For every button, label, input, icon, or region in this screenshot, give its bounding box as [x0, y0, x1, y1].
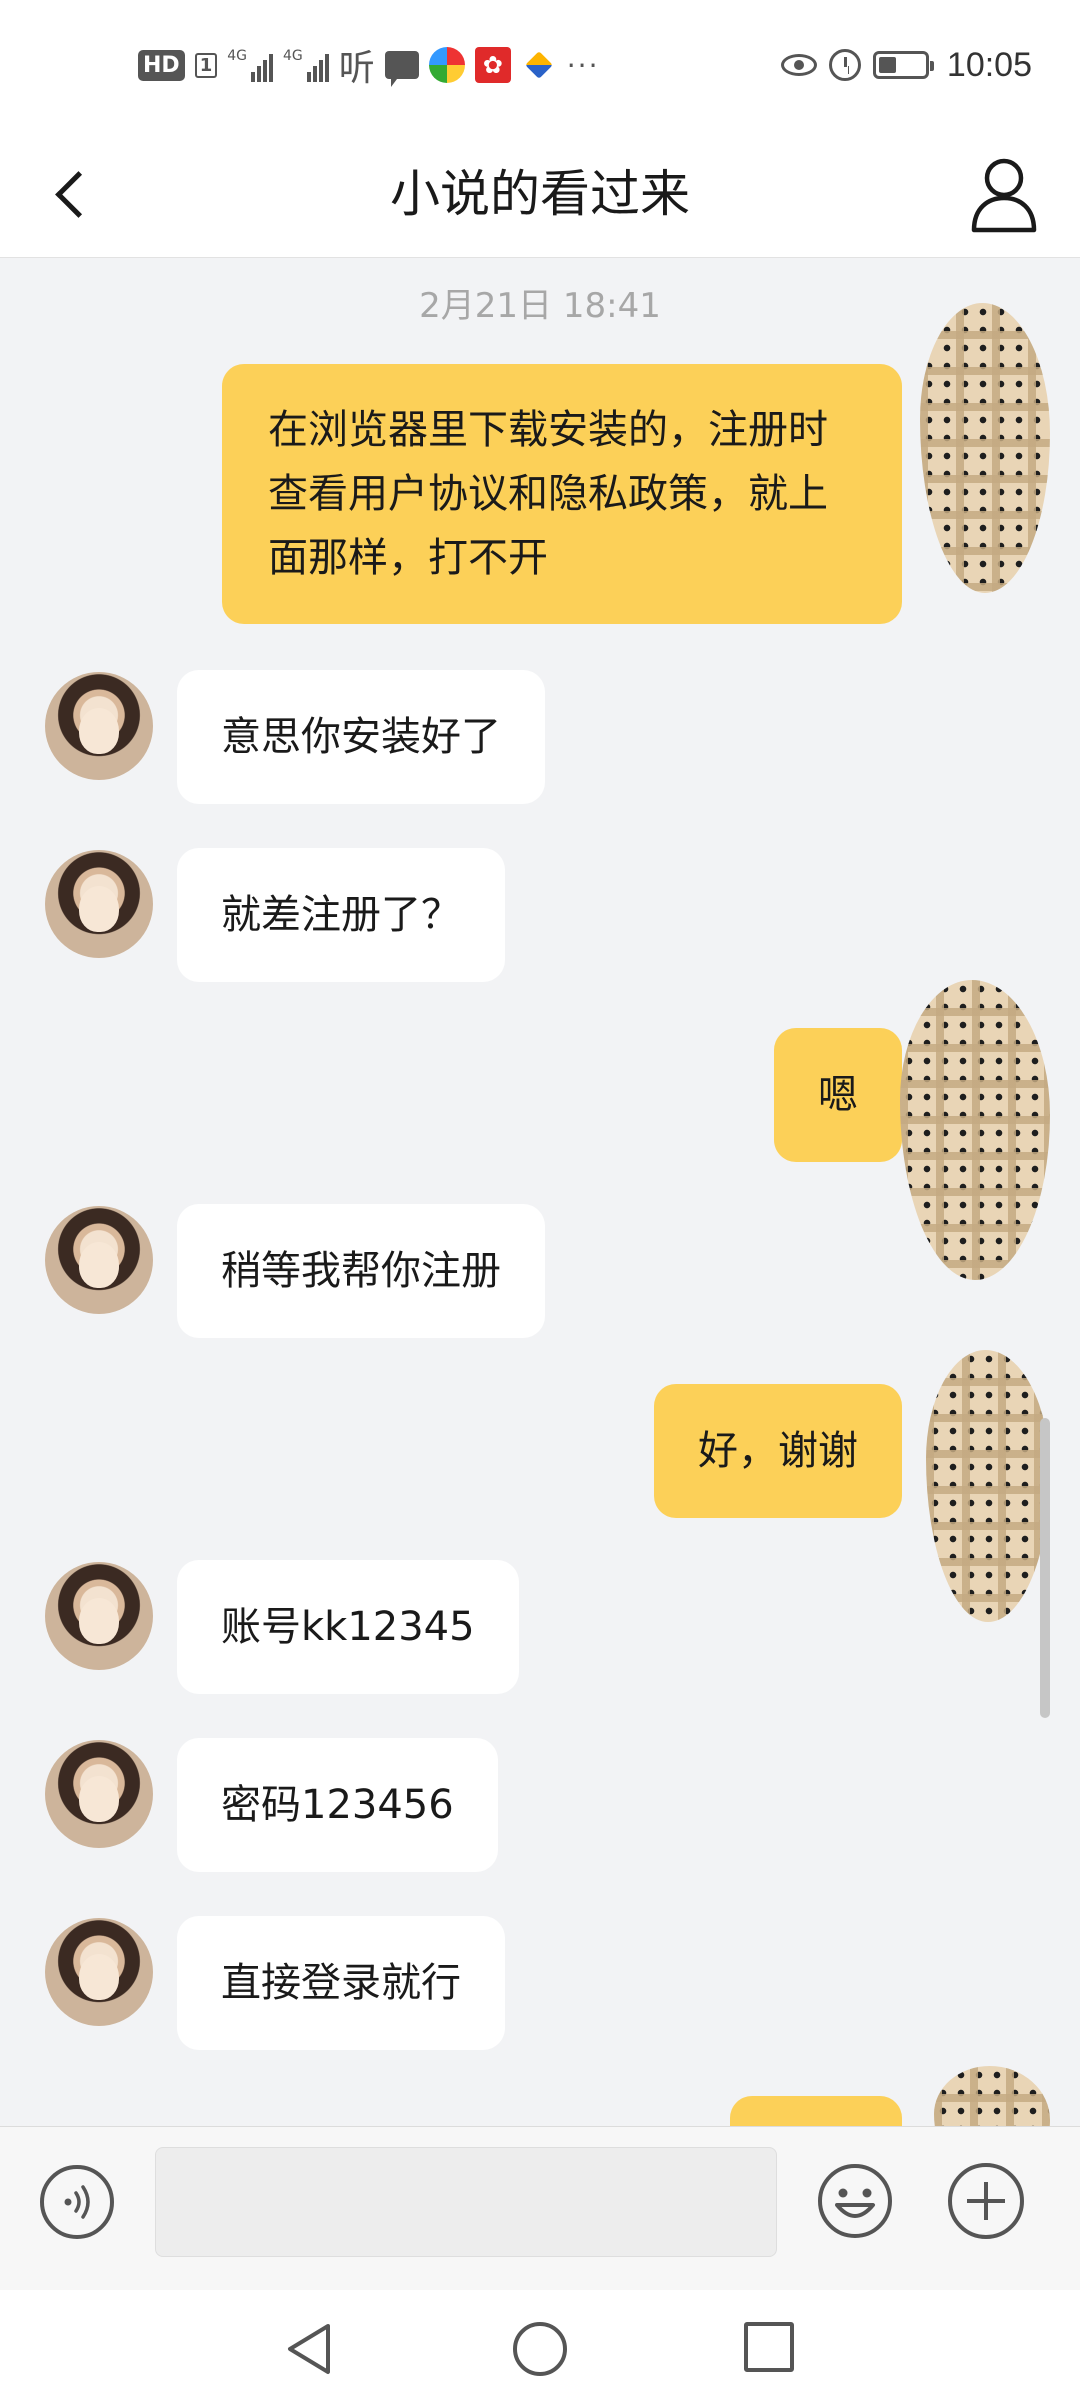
incoming-message[interactable]: 就差注册了？	[177, 848, 505, 982]
more-icon: ···	[566, 48, 600, 82]
incoming-message[interactable]: 账号kk12345	[177, 1560, 519, 1694]
outgoing-message[interactable]	[730, 2096, 902, 2126]
contact-avatar[interactable]	[45, 1740, 153, 1848]
incoming-message[interactable]: 密码123456	[177, 1738, 498, 1872]
contact-avatar[interactable]	[45, 1206, 153, 1314]
status-icons-left: HD 1 4G 4G 听 ✿ ···	[138, 40, 599, 90]
my-avatar[interactable]	[934, 2066, 1050, 2126]
system-navigation-bar	[0, 2290, 1080, 2400]
outgoing-message[interactable]: 嗯	[774, 1028, 902, 1162]
contact-avatar[interactable]	[45, 672, 153, 780]
status-bar: HD 1 4G 4G 听 ✿ ··· 10:05	[0, 0, 1080, 130]
scrollbar[interactable]	[1040, 1418, 1050, 1718]
chat-message-list[interactable]: 2月21日 18:41 在浏览器里下载安装的，注册时查看用户协议和隐私政策，就上…	[0, 258, 1080, 2126]
outgoing-message[interactable]: 好，谢谢	[654, 1384, 902, 1518]
nav-recent-icon[interactable]	[744, 2322, 794, 2372]
my-avatar[interactable]	[920, 303, 1050, 593]
nav-home-icon[interactable]	[513, 2322, 567, 2376]
battery-icon	[872, 51, 934, 79]
status-icons-right: 10:05	[780, 40, 1032, 90]
user-profile-icon[interactable]	[968, 152, 1040, 234]
alarm-icon	[828, 49, 861, 81]
chat-title: 小说的看过来	[390, 165, 690, 223]
signal-icon-2: 4G	[283, 48, 329, 82]
contact-avatar[interactable]	[45, 1918, 153, 2026]
incoming-message[interactable]: 直接登录就行	[177, 1916, 505, 2050]
eye-icon	[780, 54, 817, 76]
clock: 10:05	[946, 45, 1032, 84]
message-timestamp: 2月21日 18:41	[419, 286, 661, 326]
message-icon	[384, 51, 419, 87]
signal-icon: 4G	[227, 48, 273, 82]
gift-app-icon: ✿	[474, 47, 511, 83]
hd-icon: HD	[138, 49, 185, 81]
voice-icon[interactable]	[40, 2165, 114, 2239]
incoming-message[interactable]: 稍等我帮你注册	[177, 1204, 545, 1338]
chat-header: 小说的看过来	[0, 130, 1080, 258]
message-text-input[interactable]	[155, 2147, 777, 2257]
ting-icon: 听	[338, 48, 375, 89]
message-input-bar	[0, 2126, 1080, 2290]
battery-level	[878, 57, 897, 73]
my-avatar[interactable]	[900, 980, 1050, 1280]
my-avatar[interactable]	[926, 1350, 1050, 1622]
contact-avatar[interactable]	[45, 850, 153, 958]
contact-avatar[interactable]	[45, 1562, 153, 1670]
nav-back-icon[interactable]	[282, 2320, 334, 2378]
app-icon	[428, 47, 465, 83]
outgoing-message[interactable]: 在浏览器里下载安装的，注册时查看用户协议和隐私政策，就上面那样，打不开	[222, 364, 902, 624]
plus-icon[interactable]	[948, 2163, 1024, 2239]
plane-app-icon	[521, 47, 557, 83]
sim-slot-icon: 1	[194, 52, 218, 78]
emoji-icon[interactable]	[815, 2161, 895, 2241]
incoming-message[interactable]: 意思你安装好了	[177, 670, 545, 804]
